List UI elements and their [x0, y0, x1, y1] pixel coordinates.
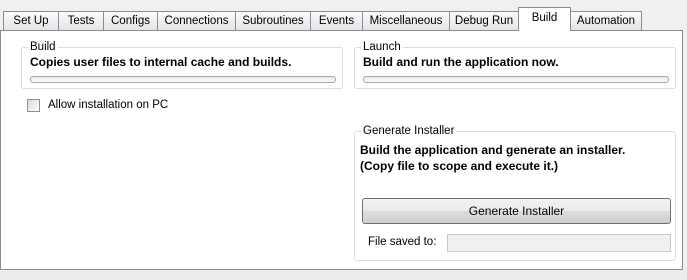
tab-connections[interactable]: Connections [157, 11, 236, 30]
build-tab-panel: Build Copies user files to internal cach… [0, 30, 683, 270]
allow-installation-checkbox[interactable] [27, 98, 40, 112]
launch-description: Build and run the application now. [363, 55, 559, 69]
allow-installation-row[interactable]: Allow installation on PC [27, 97, 168, 113]
tab-automation[interactable]: Automation [570, 11, 642, 30]
tab-tests[interactable]: Tests [58, 11, 104, 30]
tab-events[interactable]: Events [310, 11, 363, 30]
tab-build[interactable]: Build [518, 7, 571, 31]
allow-installation-label: Allow installation on PC [48, 99, 169, 111]
status-bar [0, 270, 687, 280]
file-saved-path-field[interactable] [447, 234, 671, 252]
launch-group: Launch Build and run the application now… [354, 40, 676, 89]
installer-description-line2: (Copy file to scope and execute it.) [360, 159, 559, 173]
generate-installer-button[interactable]: Generate Installer [362, 198, 671, 224]
launch-group-title: Launch [361, 40, 403, 54]
installer-description-line1: Build the application and generate an in… [360, 143, 626, 157]
build-group-title: Build [28, 40, 58, 54]
tab-set-up[interactable]: Set Up [3, 11, 59, 30]
build-group: Build Copies user files to internal cach… [21, 40, 343, 89]
build-description: Copies user files to internal cache and … [30, 55, 292, 69]
tab-bar: Set Up Tests Configs Connections Subrout… [0, 0, 687, 31]
generate-installer-group: Generate Installer Build the application… [354, 124, 676, 261]
launch-progress-bar [363, 76, 669, 83]
tab-configs[interactable]: Configs [103, 11, 158, 30]
tab-subroutines[interactable]: Subroutines [235, 11, 311, 30]
generate-installer-group-title: Generate Installer [361, 124, 457, 138]
build-progress-bar [30, 76, 336, 83]
file-saved-label: File saved to: [368, 236, 437, 248]
tab-miscellaneous[interactable]: Miscellaneous [362, 11, 450, 30]
tab-debug-run[interactable]: Debug Run [449, 11, 519, 30]
